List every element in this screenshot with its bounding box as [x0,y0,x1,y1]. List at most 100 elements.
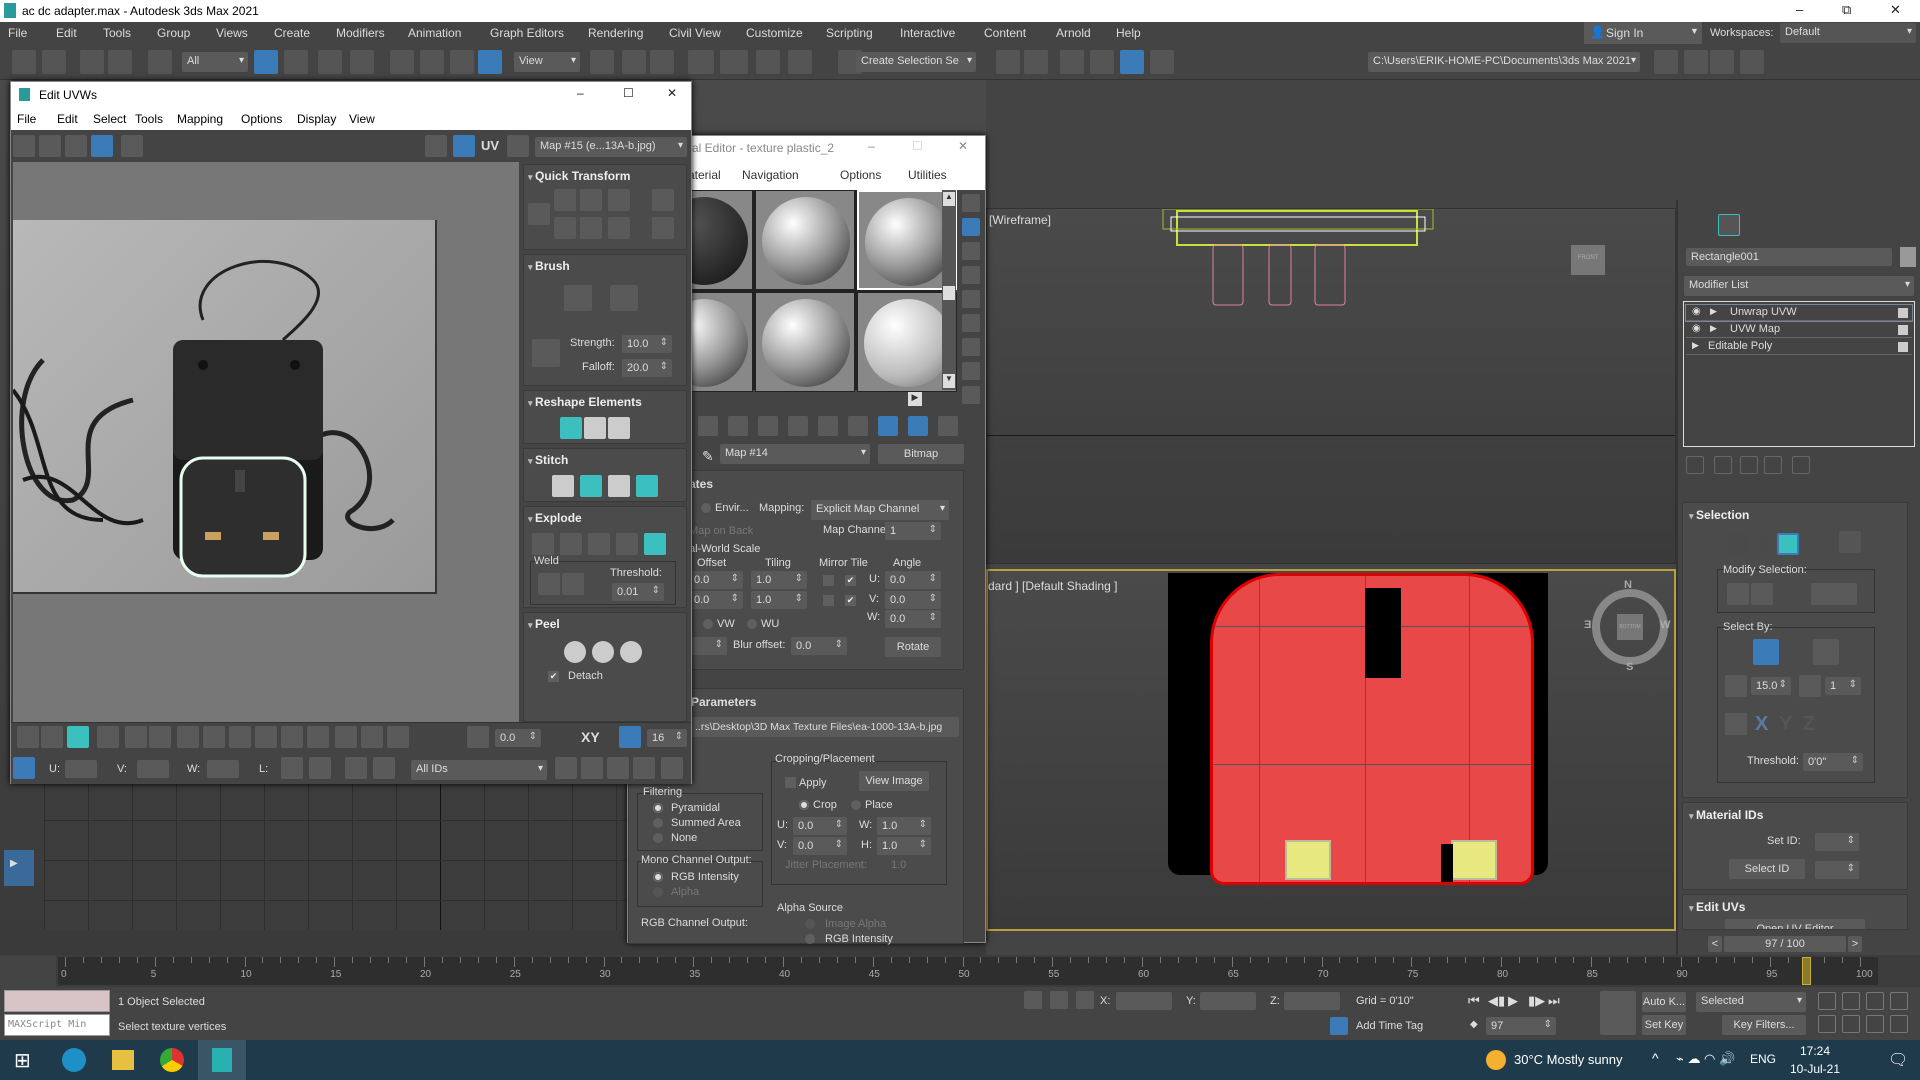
scene-explorer-icon[interactable] [996,50,1020,74]
current-frame-field[interactable]: 97 [1486,1017,1556,1035]
go-to-parent-icon[interactable] [938,416,958,436]
map-type-button[interactable]: Bitmap [878,444,964,464]
put-to-scene-icon[interactable] [698,416,718,436]
brush-falloff-icon[interactable] [532,339,560,367]
toggle-scene-explorer-icon[interactable] [1060,50,1084,74]
v-field[interactable] [137,760,169,778]
reshape-header[interactable]: Reshape Elements [528,395,642,409]
material-id-dropdown[interactable]: All IDs [411,760,547,780]
curve-editor-toggle-icon[interactable] [0,955,56,987]
rotate-cw-icon[interactable] [608,217,630,239]
utilities-tab-icon[interactable] [1846,214,1868,236]
video-color-check-icon[interactable] [962,290,980,308]
freeze-icon[interactable] [373,757,395,779]
move-icon[interactable] [13,135,35,157]
modifier-list-dropdown[interactable]: Modifier List [1684,276,1914,296]
mat-menu-aterial[interactable]: aterial [688,168,721,182]
menu-scripting[interactable]: Scripting [826,26,873,40]
named-selection-set-dropdown[interactable]: Create Selection Se [856,52,976,72]
select-by-name-icon[interactable] [284,50,308,74]
zoom-extents-icon[interactable] [1866,992,1884,1010]
set-key-big-icon[interactable] [1600,991,1636,1035]
placement-icon[interactable] [478,50,502,74]
modifier-stack-item[interactable]: ◉ ▶ UVW Map [1686,322,1912,338]
pan-icon[interactable] [555,757,577,779]
uvw-menu-mapping[interactable]: Mapping [177,112,223,126]
set-id-field[interactable] [1815,833,1859,851]
curve-editor-icon[interactable] [1150,50,1174,74]
menu-tools[interactable]: Tools [103,26,131,40]
tiling-u-field[interactable]: 1.0 [751,571,807,589]
place-radio[interactable] [851,800,861,810]
material-map-navigator-icon[interactable] [962,386,980,404]
key-set-dropdown[interactable]: Selected [1696,992,1806,1012]
project-folder-dropdown[interactable]: C:\Users\ERIK-HOME-PC\Documents\3ds Max … [1368,52,1640,72]
angle-snap-icon[interactable] [590,50,614,74]
angle-u-field[interactable]: 0.0 [885,571,941,589]
select-by-material-icon[interactable] [962,362,980,380]
close-button[interactable]: ✕ [1890,2,1901,18]
background-icon[interactable] [962,242,980,260]
summed-area-radio[interactable] [653,818,663,828]
select-id-field[interactable] [1815,861,1859,879]
stitch-custom-icon[interactable] [552,475,574,497]
menu-content[interactable]: Content [984,26,1026,40]
menu-file[interactable]: File [8,26,27,40]
arnold-render-icon[interactable] [1740,50,1764,74]
straighten-icon[interactable] [560,417,582,439]
uv-space-button[interactable]: UV [481,138,499,153]
polygon-select-icon[interactable] [67,726,89,748]
project-folder-icon[interactable] [1710,50,1734,74]
sample-slot[interactable] [755,190,855,290]
edge-browser-icon[interactable] [62,1048,86,1072]
planar-angle-icon[interactable] [1725,675,1747,697]
viewport-front[interactable]: [Wireframe] FRONT [986,208,1676,564]
viewport-layout-icon[interactable] [4,850,34,886]
peel-mode-icon[interactable] [592,641,614,663]
map-channel-field[interactable]: 1 [885,522,941,540]
image-alpha-radio[interactable] [805,919,815,929]
blur-field[interactable] [689,637,727,655]
uvw-menu-display[interactable]: Display [297,112,336,126]
crop-h-field[interactable]: 1.0 [877,837,931,855]
mirror-select-icon[interactable] [1725,713,1747,735]
menu-create[interactable]: Create [274,26,310,40]
make-preview-icon[interactable] [962,314,980,332]
configure-sets-icon[interactable] [1792,456,1810,474]
crop-v-field[interactable]: 0.0 [793,837,847,855]
apply-checkbox[interactable] [785,777,796,788]
chrome-icon[interactable] [160,1048,184,1072]
file-explorer-icon[interactable] [112,1050,134,1070]
bitmap-parameters-header[interactable]: Parameters [691,695,756,709]
make-unique-icon[interactable] [758,416,778,436]
key-filters-button[interactable]: Key Filters... [1722,1015,1806,1035]
rotate-angle-field[interactable]: 0.0 [495,729,541,747]
put-to-library-icon[interactable] [788,416,808,436]
align-icon[interactable] [650,50,674,74]
remove-modifier-icon[interactable] [1764,456,1782,474]
uv-editor-viewport[interactable] [13,162,519,722]
uvw-menu-select[interactable]: Select [93,112,126,126]
selection-lock-icon[interactable] [1050,991,1068,1009]
shrink-select-icon[interactable] [149,726,171,748]
vertex-mode-icon[interactable] [1727,533,1749,555]
pan-icon[interactable] [1842,1015,1860,1033]
field-of-view-icon[interactable] [1818,1015,1836,1033]
detach-checkbox[interactable]: ✔ [548,671,559,682]
tiling-v-field[interactable]: 1.0 [751,591,807,609]
align-horizontal-icon[interactable] [554,189,576,211]
viewcube-compass[interactable]: BOTTOM [1592,589,1668,665]
menu-rendering[interactable]: Rendering [588,26,643,40]
explode-by-checker-icon[interactable] [616,533,638,555]
space-vertical-icon[interactable] [652,217,674,239]
paint-move-icon[interactable] [564,285,592,311]
mirror-icon[interactable] [622,50,646,74]
scale-icon[interactable] [450,50,474,74]
rect-selection-icon[interactable] [318,50,342,74]
grow-select-icon[interactable] [125,726,147,748]
set-pivot-icon[interactable] [528,203,550,225]
space-horizontal-icon[interactable] [652,189,674,211]
delete-icon[interactable] [728,416,748,436]
next-frame-button[interactable]: ▮▶ [1528,993,1545,1009]
workspace-dropdown[interactable]: Default [1780,23,1916,43]
